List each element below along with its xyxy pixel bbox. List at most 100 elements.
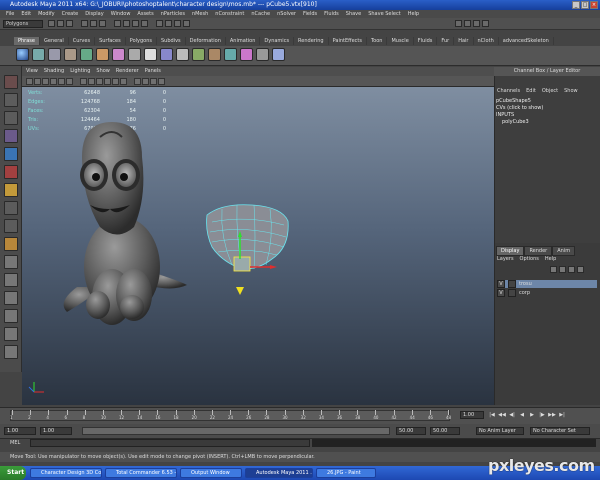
wireframe-icon[interactable]: [80, 78, 87, 85]
viewport-perspective[interactable]: Verts: 62648 96 0 Edges: 124768 184 0 Faces: 6230…: [22, 87, 494, 405]
scale-tool-icon[interactable]: [4, 165, 18, 179]
shelf-torus-icon[interactable]: [96, 48, 109, 61]
menu-set-dropdown[interactable]: Polygons: [3, 20, 43, 28]
new-scene-icon[interactable]: [48, 20, 55, 27]
current-frame-field[interactable]: 1.00: [460, 411, 484, 419]
layer-row[interactable]: Vtrosu: [497, 280, 597, 288]
menu-shave[interactable]: Shave: [346, 10, 361, 18]
taskbar-item[interactable]: Character Design 3D Co...: [30, 468, 102, 478]
shelf-tab-phrase[interactable]: Phrase: [14, 37, 40, 45]
taskbar-item[interactable]: Autodesk Maya 2011 ...: [245, 468, 313, 478]
play-forward-button[interactable]: ▶: [528, 411, 536, 419]
open-scene-icon[interactable]: [57, 20, 64, 27]
hq-render-icon[interactable]: [158, 78, 165, 85]
snap-point-icon[interactable]: [132, 20, 139, 27]
step-forward-frame-button[interactable]: |▶: [538, 411, 546, 419]
paint-select-tool-icon[interactable]: [4, 111, 18, 125]
camera-attr-icon[interactable]: [26, 78, 33, 85]
move-tool-icon[interactable]: [4, 129, 18, 143]
shelf-tab-painteffects[interactable]: PaintEffects: [329, 37, 367, 45]
character-model[interactable]: [63, 122, 187, 325]
image-plane-icon[interactable]: [42, 78, 49, 85]
start-button[interactable]: Start: [0, 466, 26, 480]
menu-create[interactable]: Create: [62, 10, 79, 18]
snap-grid-icon[interactable]: [114, 20, 121, 27]
shelf-cylinder-icon[interactable]: [48, 48, 61, 61]
show-manipulator-icon[interactable]: [4, 201, 18, 215]
lasso-tool-icon[interactable]: [4, 93, 18, 107]
tool-settings-icon[interactable]: [473, 20, 480, 27]
menu-fluids[interactable]: Fluids: [324, 10, 339, 18]
go-to-start-button[interactable]: |◀: [488, 411, 496, 419]
layout-outliner-icon[interactable]: [4, 309, 18, 323]
render-icon[interactable]: [165, 20, 172, 27]
shelf-merge-icon[interactable]: [240, 48, 253, 61]
taskbar-item[interactable]: Total Commander 6.53 - ...: [105, 468, 177, 478]
menu-display[interactable]: Display: [85, 10, 103, 18]
step-back-frame-button[interactable]: ◀|: [508, 411, 516, 419]
menu-window[interactable]: Window: [111, 10, 131, 18]
snap-curve-icon[interactable]: [123, 20, 130, 27]
range-inner-end-field[interactable]: 50.00: [396, 427, 426, 435]
isolate-select-icon[interactable]: [150, 78, 157, 85]
menu-nmesh[interactable]: nMesh: [192, 10, 208, 18]
character-set-dropdown[interactable]: No Character Set: [530, 427, 590, 435]
layout-side-icon[interactable]: [4, 291, 18, 305]
shelf-smooth-icon[interactable]: [160, 48, 173, 61]
smooth-shade-icon[interactable]: [88, 78, 95, 85]
layer-down-icon[interactable]: [559, 266, 566, 273]
use-lights-icon[interactable]: [112, 78, 119, 85]
layout-four-icon[interactable]: [4, 273, 18, 287]
xray-joints-icon[interactable]: [142, 78, 149, 85]
cvs-toggle[interactable]: CVs (click to show): [496, 105, 598, 112]
play-backward-button[interactable]: ◀: [518, 411, 526, 419]
manipulator-tool-icon[interactable]: [4, 183, 18, 197]
channel-menu-channels[interactable]: Channels: [497, 88, 520, 94]
grid-toggle-icon[interactable]: [50, 78, 57, 85]
layer-visibility-toggle[interactable]: V: [497, 289, 505, 297]
textured-icon[interactable]: [104, 78, 111, 85]
menu-help[interactable]: Help: [408, 10, 419, 18]
menu-assets[interactable]: Assets: [137, 10, 153, 18]
layer-menu-options[interactable]: Options: [520, 256, 539, 262]
shelf-tab-curves[interactable]: Curves: [69, 37, 96, 45]
shelf-tab-toon[interactable]: Toon: [367, 37, 388, 45]
shelf-tab-dynamics[interactable]: Dynamics: [260, 37, 295, 45]
menu-nparticles[interactable]: nParticles: [161, 10, 185, 18]
menu-modify[interactable]: Modify: [38, 10, 55, 18]
shelf-tab-general[interactable]: General: [40, 37, 69, 45]
range-end-field[interactable]: 50.00: [430, 427, 460, 435]
shelf-bridge-icon[interactable]: [224, 48, 237, 61]
layer-name[interactable]: corp: [519, 289, 530, 297]
attribute-editor-icon[interactable]: [464, 20, 471, 27]
shelf-plane-icon[interactable]: [80, 48, 93, 61]
panel-menu-show[interactable]: Show: [96, 67, 110, 76]
select-hierarchy-icon[interactable]: [81, 20, 88, 27]
shelf-tab-fluids[interactable]: Fluids: [414, 37, 438, 45]
shelf-tab-animation[interactable]: Animation: [226, 37, 261, 45]
taskbar-item[interactable]: Output Window: [180, 468, 242, 478]
close-button[interactable]: ×: [590, 1, 598, 9]
shelf-tab-polygons[interactable]: Polygons: [126, 37, 157, 45]
shelf-tab-muscle[interactable]: Muscle: [387, 37, 414, 45]
taskbar-item[interactable]: 26.JPG - Paint: [316, 468, 376, 478]
panel-menu-panels[interactable]: Panels: [145, 67, 161, 76]
mel-input[interactable]: [30, 439, 310, 447]
layer-tab-display[interactable]: Display: [496, 246, 525, 256]
channel-menu-edit[interactable]: Edit: [526, 88, 536, 94]
layout-single-icon[interactable]: [4, 255, 18, 269]
shelf-tab-deformation[interactable]: Deformation: [186, 37, 226, 45]
step-forward-key-button[interactable]: ▶▶: [548, 411, 556, 419]
anim-layer-dropdown[interactable]: No Anim Layer: [476, 427, 524, 435]
layout-hypershade-icon[interactable]: [4, 345, 18, 359]
select-tool-icon[interactable]: [4, 75, 18, 89]
select-component-icon[interactable]: [99, 20, 106, 27]
channel-box-icon[interactable]: [482, 20, 489, 27]
range-inner-start-field[interactable]: 1.00: [40, 427, 72, 435]
menu-shave-select[interactable]: Shave Select: [368, 10, 400, 18]
shadows-icon[interactable]: [120, 78, 127, 85]
render-settings-icon[interactable]: [183, 20, 190, 27]
snap-surface-icon[interactable]: [141, 20, 148, 27]
shelf-bevel-icon[interactable]: [208, 48, 221, 61]
panel-menu-renderer[interactable]: Renderer: [116, 67, 139, 76]
